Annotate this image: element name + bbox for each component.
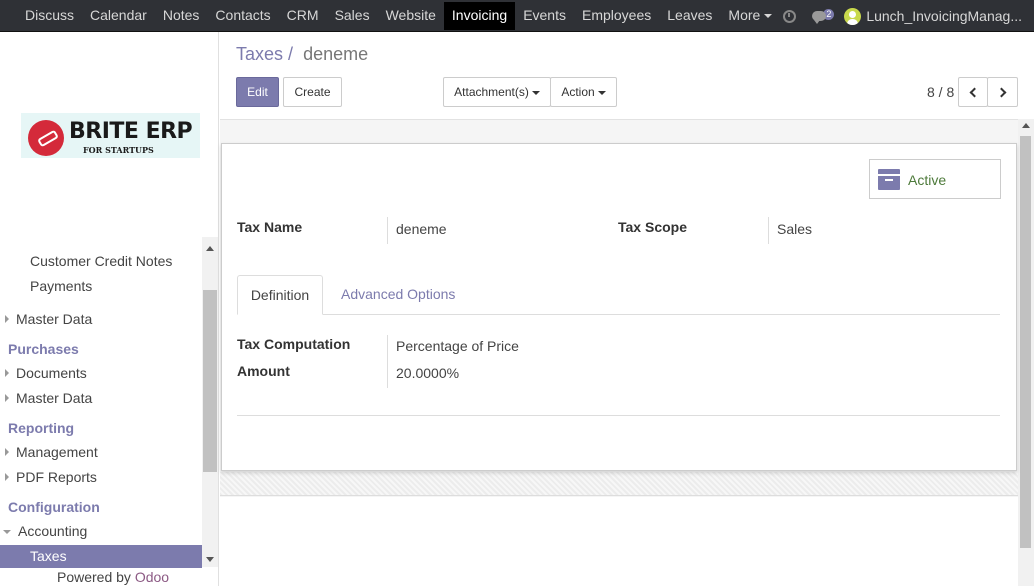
caret-down-icon [531, 90, 540, 95]
sidebar-section-configuration[interactable]: Configuration [8, 499, 100, 515]
sidebar-item-accounting[interactable]: Accounting [3, 523, 205, 539]
tax-scope-label: Tax Scope [618, 219, 687, 235]
powered-by: Powered by Odoo [57, 569, 169, 585]
sidebar-item-label: Taxes [30, 548, 67, 564]
breadcrumb-separator: / [288, 44, 294, 64]
sidebar-item-label: Master Data [16, 390, 93, 406]
powered-by-text: Powered by [57, 569, 131, 585]
messaging-button[interactable]: 2 [812, 9, 835, 24]
sidebar-item-label: Customer Credit Notes [30, 253, 173, 269]
menu-more-label: More [728, 7, 761, 23]
menu-crm[interactable]: CRM [279, 0, 327, 30]
action-dropdown[interactable]: Action [550, 77, 617, 107]
caret-down-icon [3, 530, 11, 534]
tax-name-field[interactable]: deneme [396, 221, 447, 237]
tax-computation-field[interactable]: Percentage of Price [396, 338, 519, 354]
sidebar-item-payments[interactable]: Payments [30, 278, 218, 294]
tax-name-label: Tax Name [237, 219, 303, 235]
sidebar-item-customer-credit-notes[interactable]: Customer Credit Notes [30, 253, 218, 269]
logo-title: BRITE ERP [69, 119, 193, 144]
tax-scope-field[interactable]: Sales [777, 221, 812, 237]
menu-calendar[interactable]: Calendar [82, 0, 155, 30]
username: Lunch_InvoicingManag... [866, 8, 1022, 24]
archive-icon [878, 169, 900, 190]
scroll-up-icon[interactable] [1022, 123, 1030, 128]
sidebar-item-label: Accounting [18, 523, 88, 539]
user-menu[interactable]: Lunch_InvoicingManag... [844, 7, 1022, 25]
odoo-link[interactable]: Odoo [135, 569, 169, 585]
caret-right-icon [5, 369, 9, 377]
field-separator [387, 335, 388, 388]
sidebar-item-label: Payments [30, 278, 93, 294]
sidebar-item-master-data[interactable]: Master Data [5, 311, 207, 327]
sidebar-section-purchases[interactable]: Purchases [8, 341, 79, 357]
chatter-area [220, 497, 1018, 586]
form-divider [237, 415, 1000, 416]
chat-icon [812, 11, 827, 24]
menu-notes[interactable]: Notes [155, 0, 208, 30]
create-button[interactable]: Create [283, 77, 342, 107]
attachments-label: Attachment(s) [454, 85, 529, 99]
caret-right-icon [5, 394, 9, 402]
menu-website[interactable]: Website [378, 0, 444, 30]
systray: 2 Lunch_InvoicingManag... [783, 0, 1034, 32]
caret-down-icon [764, 14, 773, 19]
chatter-divider [220, 472, 1018, 496]
menu-leaves[interactable]: Leaves [659, 0, 720, 30]
attachments-dropdown[interactable]: Attachment(s) [443, 77, 551, 107]
field-separator [768, 217, 769, 244]
breadcrumb: Taxes / deneme [236, 44, 368, 65]
amount-label: Amount [237, 363, 290, 379]
scroll-up-icon[interactable] [206, 246, 214, 251]
sidebar-item-taxes[interactable]: Taxes [0, 545, 202, 568]
active-label: Active [908, 172, 947, 188]
menu-discuss[interactable]: Discuss [17, 0, 82, 30]
sidebar-item-label: PDF Reports [16, 469, 97, 485]
logo-mark-icon [28, 120, 64, 156]
chevron-left-icon [969, 87, 980, 98]
avatar [844, 7, 862, 25]
chevron-right-icon [996, 87, 1006, 98]
main-scrollbar-thumb[interactable] [1020, 136, 1031, 548]
action-label: Action [561, 85, 595, 99]
company-logo: BRITE ERP FOR STARTUPS [21, 113, 200, 158]
clock-icon[interactable] [783, 9, 797, 23]
sidebar-scrollbar-thumb[interactable] [203, 290, 217, 472]
logo-subtitle: FOR STARTUPS [83, 145, 154, 155]
caret-right-icon [5, 315, 9, 323]
menu-more[interactable]: More [720, 0, 780, 30]
breadcrumb-taxes-link[interactable]: Taxes [236, 44, 283, 64]
menu-invoicing[interactable]: Invoicing [443, 2, 516, 30]
pager-next-button[interactable] [987, 77, 1018, 107]
sidebar: BRITE ERP FOR STARTUPS Customer Credit N… [0, 32, 219, 586]
sidebar-item-pdf-reports[interactable]: PDF Reports [5, 469, 207, 485]
breadcrumb-current: deneme [303, 44, 369, 64]
caret-right-icon [5, 448, 9, 456]
amount-field[interactable]: 20.0000% [396, 365, 459, 381]
pager-previous-button[interactable] [958, 77, 988, 107]
sidebar-section-reporting[interactable]: Reporting [8, 420, 74, 436]
tab-definition[interactable]: Definition [237, 275, 323, 315]
sidebar-item-master-data-purchases[interactable]: Master Data [5, 390, 207, 406]
field-separator [387, 217, 388, 244]
caret-right-icon [5, 473, 9, 481]
menu-sales[interactable]: Sales [327, 0, 378, 30]
sidebar-item-documents[interactable]: Documents [5, 365, 207, 381]
sidebar-item-label: Management [16, 444, 98, 460]
top-navbar: Discuss Calendar Notes Contacts CRM Sale… [0, 0, 1034, 32]
caret-down-icon [597, 90, 606, 95]
scroll-down-icon[interactable] [206, 557, 214, 562]
edit-button[interactable]: Edit [236, 77, 279, 107]
sidebar-item-label: Documents [16, 365, 87, 381]
active-toggle-button[interactable]: Active [869, 159, 1001, 199]
tax-computation-label: Tax Computation [237, 336, 351, 352]
pager-value[interactable]: 8 / 8 [927, 84, 954, 100]
tab-advanced-options[interactable]: Advanced Options [341, 275, 455, 315]
menu-contacts[interactable]: Contacts [207, 0, 278, 30]
sidebar-item-label: Master Data [16, 311, 93, 327]
app-menu: Discuss Calendar Notes Contacts CRM Sale… [17, 0, 780, 32]
menu-employees[interactable]: Employees [574, 0, 659, 30]
menu-events[interactable]: Events [515, 0, 574, 30]
sidebar-item-management[interactable]: Management [5, 444, 207, 460]
